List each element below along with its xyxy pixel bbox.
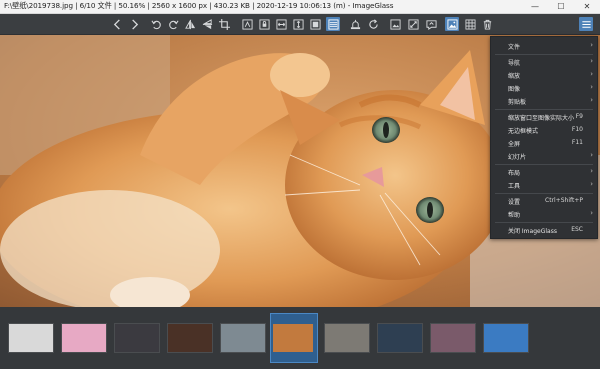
window-title: F:\壁纸\2019738.jpg | 6/10 文件 | 50.16% | 2… xyxy=(4,1,394,10)
thumbnail[interactable] xyxy=(483,323,529,353)
menu-item-slideshow[interactable]: 幻灯片 › xyxy=(491,150,597,162)
next-button[interactable] xyxy=(127,17,141,31)
submenu-arrow-icon: › xyxy=(590,41,593,49)
maximize-button[interactable]: ☐ xyxy=(548,0,574,13)
submenu-arrow-icon: › xyxy=(590,70,593,78)
flip-vertical-icon xyxy=(202,18,212,29)
gallery-button[interactable] xyxy=(445,17,459,31)
title-bar[interactable]: F:\壁纸\2019738.jpg | 6/10 文件 | 50.16% | 2… xyxy=(0,0,600,14)
scale-width-button[interactable] xyxy=(274,17,288,31)
zoom-lock-button[interactable] xyxy=(257,17,271,31)
next-icon xyxy=(131,18,138,30)
close-window-button[interactable]: ✕ xyxy=(574,0,600,13)
menu-item-zoom[interactable]: 缩放 › xyxy=(491,69,597,81)
scale-height-icon xyxy=(292,18,304,30)
previous-button[interactable] xyxy=(110,17,124,31)
edit-button[interactable] xyxy=(424,17,438,31)
menu-button[interactable] xyxy=(579,17,593,31)
submenu-arrow-icon: › xyxy=(590,180,593,188)
thumbnail[interactable] xyxy=(324,323,370,353)
close-icon: ✕ xyxy=(583,2,591,11)
fullscreen-button[interactable] xyxy=(406,17,420,31)
slideshow-button[interactable] xyxy=(388,17,402,31)
submenu-arrow-icon: › xyxy=(590,209,593,217)
thumbnail-strip xyxy=(0,307,600,369)
rotate-left-button[interactable] xyxy=(149,17,163,31)
grid-icon xyxy=(465,19,475,29)
scale-fill-icon xyxy=(327,18,339,30)
previous-icon xyxy=(113,18,120,30)
menu-item-settings[interactable]: 设置 Ctrl+Shift+P xyxy=(491,195,597,207)
submenu-arrow-icon: › xyxy=(590,151,593,159)
rotate-left-icon xyxy=(150,20,161,29)
gallery-icon xyxy=(446,18,458,30)
edit-icon xyxy=(425,19,437,30)
delete-icon xyxy=(483,19,491,30)
crop-icon xyxy=(218,18,230,30)
menu-icon xyxy=(581,20,591,28)
submenu-arrow-icon: › xyxy=(590,57,593,65)
wallpaper-icon xyxy=(350,19,360,29)
scale-fit-button[interactable] xyxy=(308,17,322,31)
menu-separator xyxy=(495,54,593,55)
minimize-icon: — xyxy=(531,2,539,11)
slideshow-icon xyxy=(389,18,401,30)
menu-item-exit[interactable]: 关闭 ImageGlass ESC xyxy=(491,224,597,236)
submenu-arrow-icon: › xyxy=(590,167,593,175)
flip-horizontal-button[interactable] xyxy=(183,17,197,31)
flip-horizontal-icon xyxy=(184,19,195,29)
minimize-button[interactable]: — xyxy=(522,0,548,13)
thumbnail[interactable] xyxy=(61,323,107,353)
menu-item-layout[interactable]: 布局 › xyxy=(491,166,597,178)
thumbnail[interactable] xyxy=(377,323,423,353)
grid-button[interactable] xyxy=(463,17,477,31)
zoom-auto-button[interactable] xyxy=(240,17,254,31)
thumbnail[interactable] xyxy=(220,323,266,353)
flip-vertical-button[interactable] xyxy=(200,17,214,31)
fullscreen-icon xyxy=(407,18,419,30)
scale-width-icon xyxy=(275,18,287,30)
menu-separator xyxy=(495,109,593,110)
zoom-lock-icon xyxy=(258,18,270,30)
crop-button[interactable] xyxy=(217,17,231,31)
scale-height-button[interactable] xyxy=(291,17,305,31)
thumbnail[interactable] xyxy=(430,323,476,353)
thumbnail-image xyxy=(273,324,313,352)
menu-separator xyxy=(495,164,593,165)
thumbnail-selected[interactable] xyxy=(270,313,318,363)
main-menu: 文件 › 导航 › 缩放 › 图像 › 剪贴板 › 缩放窗口至图像实际大小 F9 无边框模式… xyxy=(490,36,598,239)
wallpaper-button[interactable] xyxy=(348,17,362,31)
menu-item-file[interactable]: 文件 › xyxy=(491,40,597,52)
rotate-right-button[interactable] xyxy=(166,17,180,31)
maximize-icon: ☐ xyxy=(557,2,565,11)
scale-fit-icon xyxy=(309,18,321,30)
submenu-arrow-icon: › xyxy=(590,83,593,91)
refresh-button[interactable] xyxy=(366,17,380,31)
menu-item-window-fit[interactable]: 缩放窗口至图像实际大小 F9 xyxy=(491,111,597,123)
scale-fill-button[interactable] xyxy=(326,17,340,31)
toolbar xyxy=(0,14,600,35)
menu-item-frameless[interactable]: 无边框模式 F10 xyxy=(491,124,597,136)
thumbnail[interactable] xyxy=(8,323,54,353)
thumbnail[interactable] xyxy=(167,323,213,353)
menu-item-help[interactable]: 帮助 › xyxy=(491,208,597,220)
menu-item-navigation[interactable]: 导航 › xyxy=(491,56,597,68)
submenu-arrow-icon: › xyxy=(590,96,593,104)
menu-item-image[interactable]: 图像 › xyxy=(491,82,597,94)
menu-separator xyxy=(495,222,593,223)
rotate-right-icon xyxy=(168,20,179,29)
zoom-auto-icon xyxy=(241,18,253,30)
delete-button[interactable] xyxy=(480,17,494,31)
refresh-icon xyxy=(368,18,378,29)
thumbnail[interactable] xyxy=(114,323,160,353)
menu-separator xyxy=(495,193,593,194)
menu-item-fullscreen[interactable]: 全屏 F11 xyxy=(491,137,597,149)
menu-item-clipboard[interactable]: 剪贴板 › xyxy=(491,95,597,107)
menu-item-tools[interactable]: 工具 › xyxy=(491,179,597,191)
